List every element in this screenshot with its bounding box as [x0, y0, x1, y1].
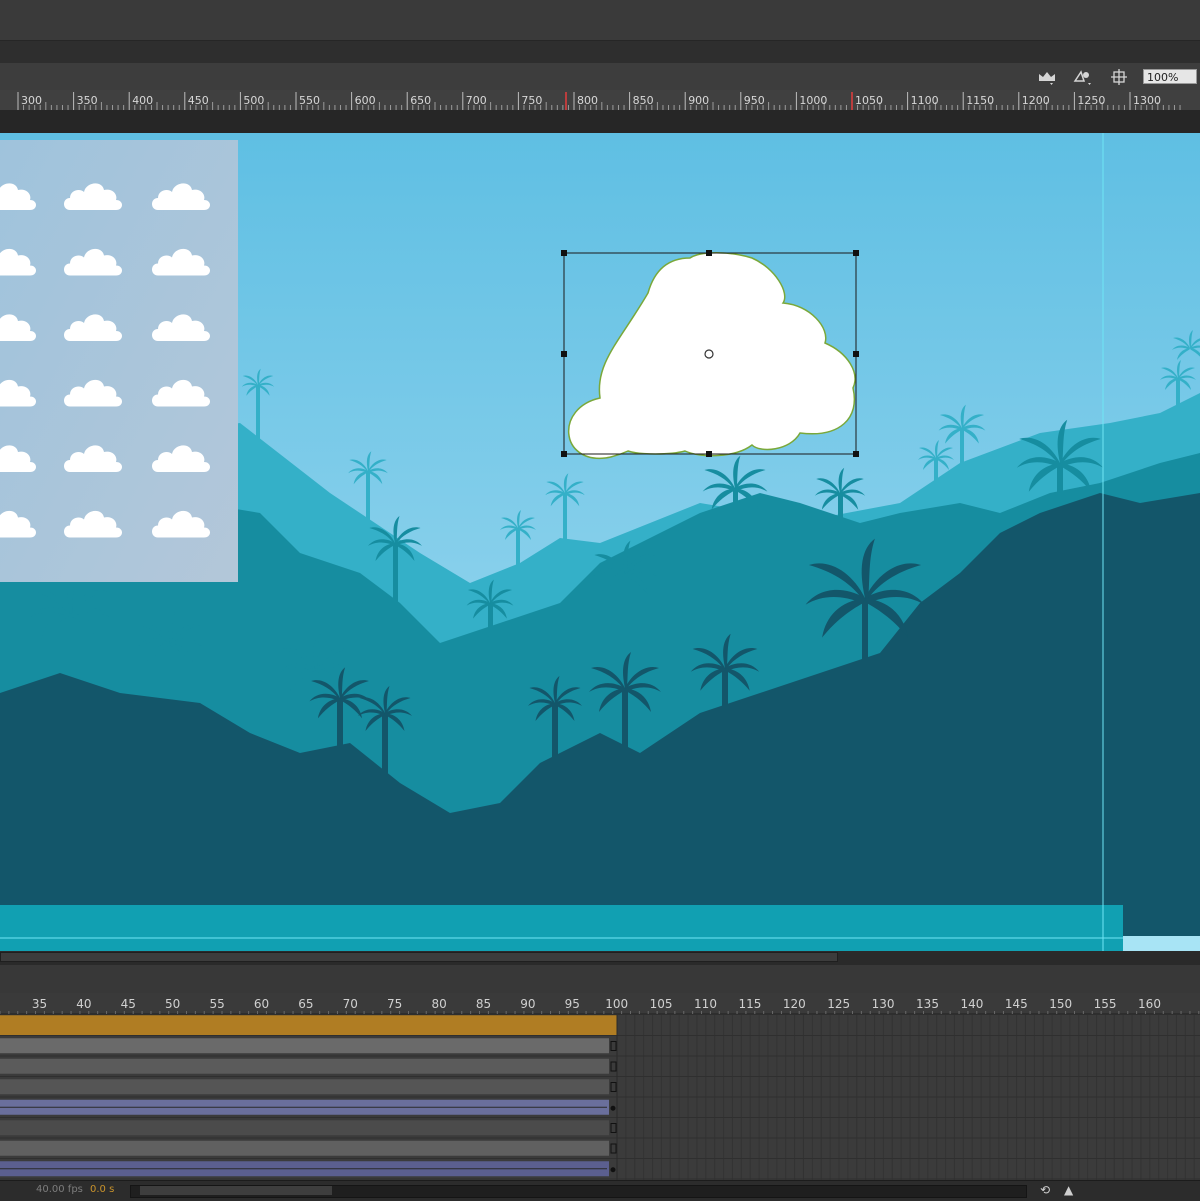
document-tab-bar [0, 41, 1200, 63]
ruler-label: 600 [355, 94, 376, 107]
frame-number-label: 140 [960, 997, 983, 1011]
pasteboard [0, 111, 1200, 133]
frame-number-label: 95 [565, 997, 580, 1011]
frame-number-label: 55 [209, 997, 224, 1011]
ruler-label: 1000 [799, 94, 827, 107]
layer-span[interactable] [0, 1140, 609, 1156]
transform-handle[interactable] [706, 250, 712, 256]
stage-ruler: 300 350 400 450 500 550 600 650 700 750 800 850 900 9… [0, 90, 1200, 111]
ruler-label: 700 [466, 94, 487, 107]
frame-number-label: 120 [783, 997, 806, 1011]
timeline-frame-ruler[interactable]: 35 40 45 50 55 60 65 70 75 80 85 90 95 100 105 110 115 12… [0, 993, 1200, 1015]
frame-number-label: 85 [476, 997, 491, 1011]
frame-number-label: 105 [650, 997, 673, 1011]
center-frame-icon[interactable]: ▲ [1064, 1183, 1082, 1197]
ruler-label: 900 [688, 94, 709, 107]
snap-icon[interactable] [1108, 67, 1130, 87]
frame-number-label: 75 [387, 997, 402, 1011]
keyframe[interactable] [610, 1167, 616, 1173]
ruler-label: 1150 [966, 94, 994, 107]
zoom-field[interactable]: 100% [1143, 69, 1197, 84]
ruler-label: 1300 [1133, 94, 1161, 107]
frame-number-label: 155 [1094, 997, 1117, 1011]
loop-icon[interactable]: ⟲ [1040, 1183, 1058, 1197]
ruler-label: 1050 [855, 94, 883, 107]
ruler-label: 800 [577, 94, 598, 107]
edit-bar [0, 63, 1200, 90]
frame-number-label: 145 [1005, 997, 1028, 1011]
timeline-header [0, 965, 1200, 994]
ruler-label: 500 [243, 94, 264, 107]
frame-number-label: 40 [76, 997, 91, 1011]
frame-number-label: 115 [738, 997, 761, 1011]
layer-span[interactable] [0, 1058, 609, 1074]
stage-scrollbar-thumb[interactable] [0, 952, 838, 962]
frame-number-label: 135 [916, 997, 939, 1011]
ruler-label: 850 [633, 94, 654, 107]
layer-span[interactable] [0, 1015, 617, 1036]
timeline-scrollbar-thumb[interactable] [140, 1186, 332, 1195]
frame-number-label: 80 [431, 997, 446, 1011]
ground-strip-edge [1123, 936, 1200, 951]
elapsed-time-readout[interactable]: 0.0 s [90, 1184, 114, 1196]
keyframe[interactable] [610, 1105, 616, 1111]
ruler-label: 750 [521, 94, 542, 107]
ruler-label: 1100 [911, 94, 939, 107]
menu-bar [0, 0, 1200, 41]
frame-number-label: 130 [872, 997, 895, 1011]
transform-handle[interactable] [853, 451, 859, 457]
layer-span[interactable] [0, 1038, 609, 1054]
ground-strip [0, 905, 1123, 951]
ruler-label: 400 [132, 94, 153, 107]
edit-scene-icon[interactable] [1036, 67, 1058, 87]
ruler-label: 650 [410, 94, 431, 107]
stage-canvas[interactable] [0, 133, 1200, 951]
frame-number-label: 125 [827, 997, 850, 1011]
timeline-tracks[interactable] [0, 1015, 1200, 1180]
ruler-label: 550 [299, 94, 320, 107]
frame-number-label: 35 [32, 997, 47, 1011]
frame-number-label: 65 [298, 997, 313, 1011]
ruler-label: 450 [188, 94, 209, 107]
frame-number-label: 110 [694, 997, 717, 1011]
transform-handle[interactable] [561, 250, 567, 256]
frame-number-label: 100 [605, 997, 628, 1011]
transform-handle[interactable] [561, 451, 567, 457]
frame-number-label: 60 [254, 997, 269, 1011]
transform-handle[interactable] [853, 351, 859, 357]
transform-handle[interactable] [706, 451, 712, 457]
ruler-label: 950 [744, 94, 765, 107]
ruler-label: 350 [77, 94, 98, 107]
transform-handle[interactable] [853, 250, 859, 256]
ruler-label: 1200 [1022, 94, 1050, 107]
symbol-edit-icon[interactable] [1072, 67, 1094, 87]
frame-number-label: 50 [165, 997, 180, 1011]
frame-number-label: 160 [1138, 997, 1161, 1011]
transform-handle[interactable] [561, 351, 567, 357]
ruler-label: 1250 [1077, 94, 1105, 107]
frame-number-label: 70 [343, 997, 358, 1011]
ruler-label: 300 [21, 94, 42, 107]
frame-number-label: 45 [121, 997, 136, 1011]
layer-span[interactable] [0, 1079, 609, 1095]
frame-number-label: 90 [520, 997, 535, 1011]
layer-span[interactable] [0, 1120, 609, 1136]
frame-rate-readout[interactable]: 40.00 fps [36, 1184, 83, 1196]
frame-number-label: 150 [1049, 997, 1072, 1011]
